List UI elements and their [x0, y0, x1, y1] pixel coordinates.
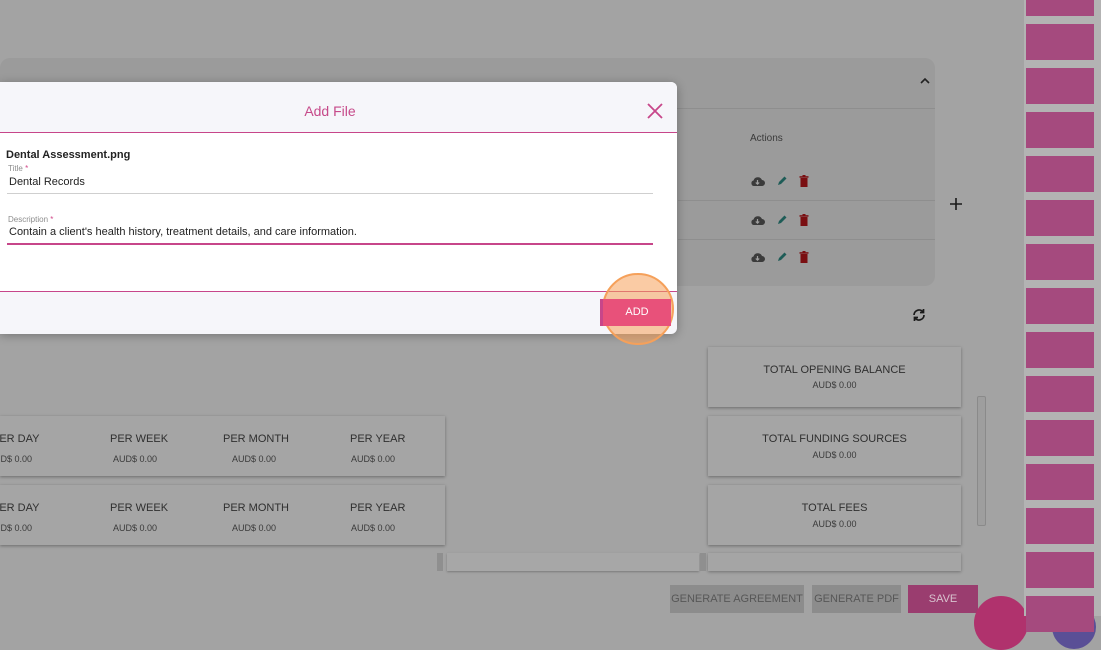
delete-icon[interactable]: [799, 251, 809, 263]
summary-card-partial: [708, 553, 961, 571]
required-mark: *: [50, 215, 54, 224]
summary-card-title: TOTAL FUNDING SOURCES: [762, 433, 907, 445]
scrollbar[interactable]: [977, 396, 986, 526]
per-month-label: PER MONTH: [223, 502, 289, 514]
divider: [437, 553, 443, 571]
required-mark: *: [25, 164, 29, 173]
title-input-underline: [7, 193, 653, 194]
title-field-label: Title *: [8, 164, 28, 173]
divider: [700, 553, 706, 571]
rate-row: PER DAY AUD$ 0.00 PER WEEK AUD$ 0.00 PER…: [0, 485, 445, 545]
table-row: [678, 162, 935, 201]
cloud-download-icon[interactable]: [750, 214, 765, 226]
delete-icon[interactable]: [799, 175, 809, 187]
per-week-label: PER WEEK: [110, 502, 169, 514]
file-name: Dental Assessment.png: [6, 149, 131, 161]
summary-card-title: TOTAL FEES: [801, 502, 868, 514]
dialog-footer: ADD: [0, 273, 677, 345]
generate-agreement-button[interactable]: GENERATE AGREEMENT: [670, 585, 804, 613]
cloud-download-icon[interactable]: [750, 175, 765, 187]
per-week-value: AUD$ 0.00: [113, 523, 158, 533]
per-year-value: AUD$ 0.00: [351, 523, 396, 533]
description-input[interactable]: Contain a client's health history, treat…: [9, 226, 357, 238]
generate-pdf-button[interactable]: GENERATE PDF: [812, 585, 901, 613]
add-file-dialog: Add File Dental Assessment.png Title * D…: [0, 82, 677, 345]
table-row: [678, 201, 935, 240]
per-year-value: AUD$ 0.00: [351, 454, 396, 464]
close-icon[interactable]: [645, 101, 665, 121]
per-day-value: AUD$ 0.00: [0, 454, 33, 464]
dialog-header: Add File: [0, 82, 677, 133]
summary-card: TOTAL OPENING BALANCE AUD$ 0.00: [708, 347, 961, 407]
summary-card: TOTAL FEES AUD$ 0.00: [708, 485, 961, 545]
summary-card-value: AUD$ 0.00: [812, 450, 857, 460]
actions-header: Actions: [750, 133, 783, 144]
chevron-up-icon[interactable]: [918, 74, 932, 88]
edit-icon[interactable]: [776, 214, 788, 226]
per-month-value: AUD$ 0.00: [232, 454, 277, 464]
title-label-text: Title: [8, 164, 23, 173]
dialog-title: Add File: [304, 103, 356, 119]
per-year-label: PER YEAR: [350, 433, 406, 445]
per-year-label: PER YEAR: [350, 502, 406, 514]
edit-icon[interactable]: [776, 251, 788, 263]
per-month-value: AUD$ 0.00: [232, 523, 277, 533]
table-row: [678, 240, 935, 278]
plus-icon[interactable]: [949, 197, 963, 211]
description-label-text: Description: [8, 215, 49, 224]
rate-row: PER DAY AUD$ 0.00 PER WEEK AUD$ 0.00 PER…: [0, 416, 445, 476]
summary-card: TOTAL FUNDING SOURCES AUD$ 0.00: [708, 416, 961, 476]
cloud-download-icon[interactable]: [750, 251, 765, 263]
panel-partial: [447, 553, 699, 571]
save-button[interactable]: SAVE: [908, 585, 978, 613]
per-day-label: PER DAY: [0, 433, 40, 445]
title-input[interactable]: Dental Records: [9, 176, 85, 188]
description-input-underline: [7, 243, 653, 245]
per-month-label: PER MONTH: [223, 433, 289, 445]
refresh-icon[interactable]: [911, 307, 927, 323]
summary-card-value: AUD$ 0.00: [812, 380, 857, 390]
per-day-value: AUD$ 0.00: [0, 523, 33, 533]
summary-card-value: AUD$ 0.00: [812, 519, 857, 529]
per-day-label: PER DAY: [0, 502, 40, 514]
edit-icon[interactable]: [776, 175, 788, 187]
summary-card-title: TOTAL OPENING BALANCE: [763, 364, 906, 376]
side-stripe: [1024, 0, 1101, 632]
per-week-value: AUD$ 0.00: [113, 454, 158, 464]
add-button[interactable]: ADD: [600, 299, 671, 326]
description-field-label: Description *: [8, 215, 53, 224]
fab-button[interactable]: [974, 596, 1028, 650]
delete-icon[interactable]: [799, 214, 809, 226]
per-week-label: PER WEEK: [110, 433, 169, 445]
